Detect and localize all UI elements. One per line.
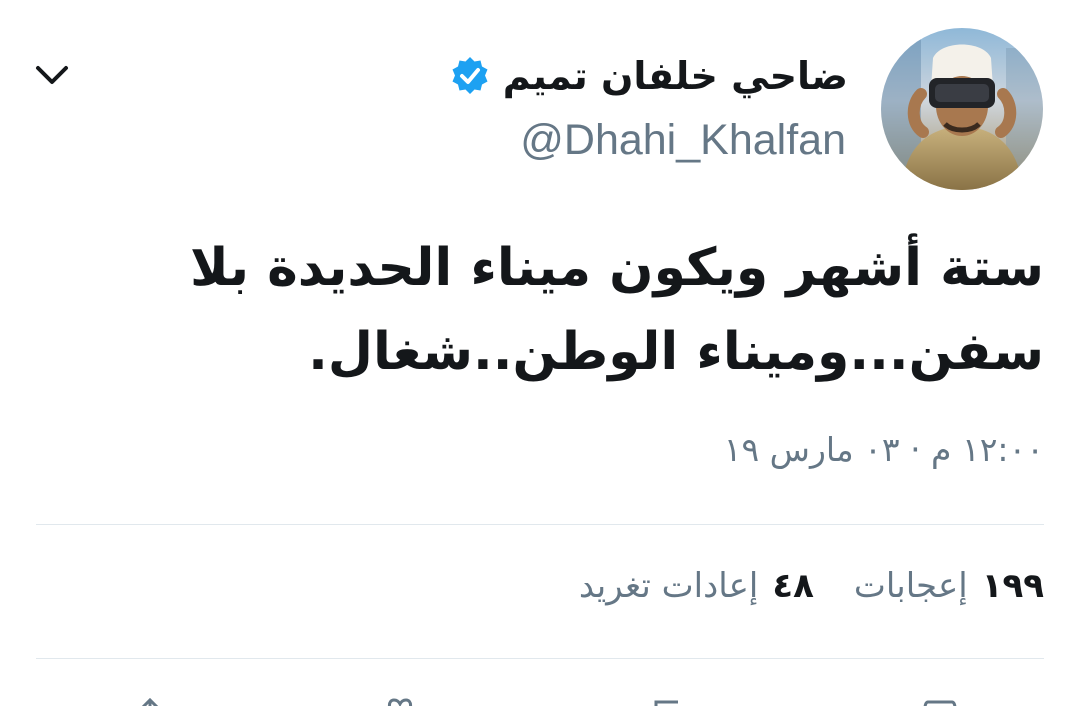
author-handle[interactable]: @Dhahi_Khalfan	[520, 116, 846, 165]
tweet-detail: ضاحي خلفان تميم @Dhahi_Khalfan ستة أشهر …	[0, 0, 1080, 706]
retweets-count: ٤٨	[772, 566, 814, 606]
retweets-label: إعادات تغريد	[578, 566, 759, 606]
action-bar	[0, 690, 1080, 706]
avatar[interactable]	[881, 28, 1043, 190]
tweet-text: ستة أشهر ويكون ميناء الحديدة بلا سفن...و…	[189, 238, 1044, 382]
divider	[36, 658, 1044, 659]
tweet-stats: ٤٨ إعادات تغريد ١٩٩ إعجابات	[579, 556, 1044, 616]
chevron-down-icon[interactable]	[30, 55, 74, 95]
author-name[interactable]: ضاحي خلفان تميم	[503, 54, 848, 98]
retweet-icon[interactable]	[650, 698, 690, 706]
share-icon[interactable]	[130, 697, 170, 706]
verified-badge-icon	[449, 55, 491, 97]
author-name-row[interactable]: ضاحي خلفان تميم	[449, 48, 848, 104]
likes-count: ١٩٩	[981, 566, 1044, 606]
likes-label: إعجابات	[853, 566, 968, 606]
divider	[36, 524, 1044, 525]
reply-icon[interactable]	[920, 698, 960, 706]
tweet-timestamp[interactable]: ١٢:٠٠ م · ٠٣ مارس ١٩	[724, 430, 1044, 469]
likes-stat[interactable]: ١٩٩ إعجابات	[854, 566, 1044, 606]
retweets-stat[interactable]: ٤٨ إعادات تغريد	[579, 566, 814, 606]
like-icon[interactable]	[380, 698, 420, 706]
